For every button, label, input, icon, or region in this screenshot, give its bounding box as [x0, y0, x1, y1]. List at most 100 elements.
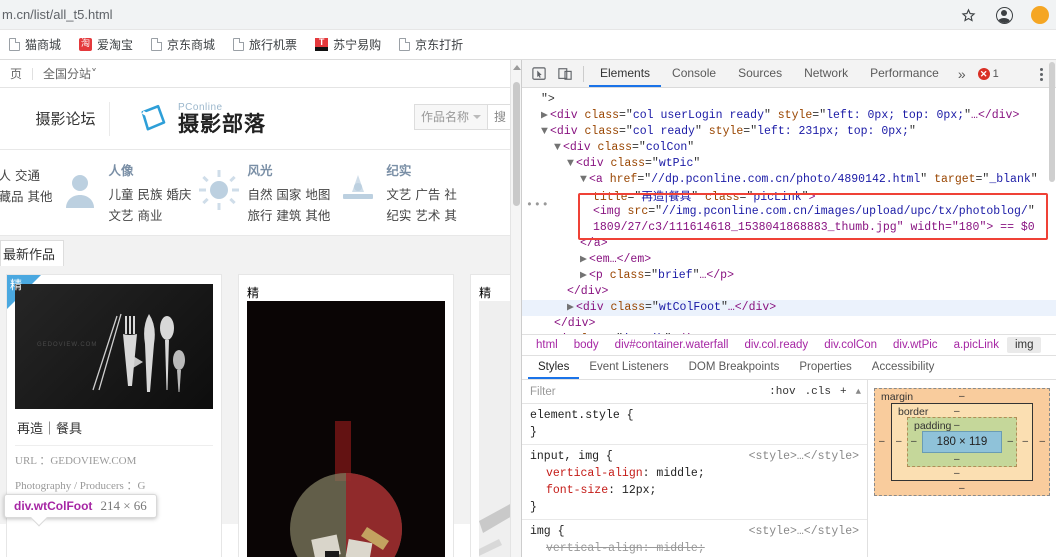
star-icon[interactable]: [958, 5, 978, 25]
css-property[interactable]: font-size: [530, 484, 608, 497]
css-property[interactable]: vertical-align: [530, 542, 643, 555]
border-bottom-value[interactable]: –: [954, 468, 960, 479]
breadcrumb[interactable]: html body div#container.waterfall div.col.r…: [522, 334, 1056, 356]
css-selector[interactable]: element.style {: [530, 407, 859, 424]
css-origin-link[interactable]: <style>…</style>: [749, 523, 859, 540]
chevron-double-right-icon[interactable]: »: [950, 66, 974, 82]
category-links-row[interactable]: 纪实 艺术 其: [386, 205, 456, 226]
category-links-row[interactable]: 儿童 民族 婚庆: [108, 184, 191, 205]
margin-right-value[interactable]: –: [1039, 436, 1045, 447]
breadcrumb-item[interactable]: img: [1006, 337, 1042, 353]
dom-node-line[interactable]: title="再造|餐具" class="picLink">: [522, 188, 1056, 204]
category-links-row[interactable]: 文艺 商业: [108, 205, 191, 226]
scroll-up-arrow-icon[interactable]: [513, 65, 521, 70]
breadcrumb-item[interactable]: div.colCon: [816, 337, 885, 353]
category-links-row[interactable]: 旅行 建筑 其他: [247, 205, 330, 226]
disclosure-triangle-icon[interactable]: ▶: [567, 300, 576, 316]
profile-icon[interactable]: [994, 5, 1014, 25]
dom-node-line[interactable]: ▶ <div class="col userLogin ready" style=…: [522, 108, 1056, 124]
extension-avatar-icon[interactable]: [1030, 5, 1050, 25]
breadcrumb-item[interactable]: div.col.ready: [736, 337, 816, 353]
tab-network[interactable]: Network: [793, 60, 859, 87]
error-count-badge[interactable]: ✕ 1: [977, 67, 999, 80]
tab-styles[interactable]: Styles: [528, 356, 580, 379]
css-declaration[interactable]: font-size: 12px;: [530, 482, 859, 499]
css-value[interactable]: : middle;: [643, 542, 705, 555]
tab-accessibility[interactable]: Accessibility: [862, 356, 945, 379]
margin-top-value[interactable]: –: [959, 391, 965, 402]
dom-node-line[interactable]: </div>: [522, 284, 1056, 300]
bookmark-item[interactable]: T 苏宁易购: [306, 34, 390, 55]
bookmark-item[interactable]: 京东打折: [390, 34, 472, 55]
disclosure-triangle-icon[interactable]: ▼: [541, 124, 550, 140]
scrollbar-thumb[interactable]: [513, 82, 520, 206]
css-value[interactable]: : middle;: [643, 467, 705, 480]
category-links-row[interactable]: 文艺 广告 社: [386, 184, 456, 205]
dom-node-line[interactable]: </a>: [522, 236, 1056, 252]
margin-left-value[interactable]: –: [879, 436, 885, 447]
box-model-content[interactable]: 180 × 119: [922, 431, 1002, 453]
border-left-value[interactable]: –: [896, 436, 902, 447]
css-value[interactable]: : 12px;: [608, 484, 656, 497]
forum-link[interactable]: 摄影论坛: [22, 101, 110, 136]
dom-node-line[interactable]: ▶ <p class="brief"…</p>: [522, 268, 1056, 284]
breadcrumb-item[interactable]: body: [566, 337, 607, 353]
dom-node-line[interactable]: ▶ <em…</em>: [522, 252, 1056, 268]
breadcrumb-item[interactable]: html: [528, 337, 566, 353]
margin-bottom-value[interactable]: –: [959, 483, 965, 494]
page-scrollbar[interactable]: [510, 60, 521, 557]
category-links-row[interactable]: 自然 国家 地图: [247, 184, 330, 205]
photo-thumbnail[interactable]: GEDOVIEW.COM: [15, 284, 213, 409]
padding-left-value[interactable]: –: [911, 436, 917, 447]
css-rule[interactable]: element.style {}: [522, 404, 867, 445]
cls-toggle[interactable]: .cls: [805, 386, 831, 398]
category-links-row[interactable]: 名人 交通: [0, 165, 52, 186]
dom-node-line[interactable]: <i class="ico_jh"</i>: [522, 332, 1056, 334]
breadcrumb-item[interactable]: div#container.waterfall: [607, 337, 737, 353]
tab-console[interactable]: Console: [661, 60, 727, 87]
dom-node-line[interactable]: ▶ <div class="wtColFoot"…</div>: [522, 300, 1056, 316]
box-model-border[interactable]: border – – – – padding – – – – 180 × 119: [891, 403, 1033, 481]
card-title[interactable]: 再造｜餐具: [15, 409, 213, 446]
css-rules-list[interactable]: element.style {} input, img {<style>…</st…: [522, 62, 1055, 557]
box-model-padding[interactable]: padding – – – – 180 × 119: [907, 417, 1017, 467]
dom-node-line[interactable]: </div>: [522, 316, 1056, 332]
css-rule[interactable]: img {<style>…</style> vertical-align: mid…: [522, 520, 867, 557]
search-button[interactable]: 搜: [486, 105, 512, 129]
breadcrumb-item[interactable]: a.picLink: [946, 337, 1007, 353]
dom-node-line[interactable]: 1809/27/c3/111614618_1538041868883_thumb…: [522, 220, 1056, 236]
photo-thumbnail[interactable]: [247, 301, 445, 557]
disclosure-triangle-icon[interactable]: ▼: [567, 156, 576, 172]
photo-card[interactable]: 精: [238, 274, 454, 557]
bookmark-item[interactable]: 猫商城: [0, 34, 70, 55]
disclosure-triangle-icon[interactable]: ▶: [541, 108, 550, 124]
scroll-up-arrow-icon[interactable]: ▲: [856, 387, 861, 397]
border-top-value[interactable]: –: [954, 406, 960, 417]
search-box[interactable]: 作品名称 搜: [413, 104, 513, 130]
disclosure-triangle-icon[interactable]: ▼: [554, 140, 563, 156]
dom-node-line[interactable]: ▼ <a href="//dp.pconline.com.cn/photo/489…: [522, 172, 1056, 188]
css-declaration[interactable]: vertical-align: middle;: [530, 465, 859, 482]
tab-elements[interactable]: Elements: [589, 60, 662, 87]
tab-sources[interactable]: Sources: [727, 60, 793, 87]
padding-top-value[interactable]: –: [954, 420, 960, 431]
tab-performance[interactable]: Performance: [859, 60, 950, 87]
inspect-cursor-icon[interactable]: [526, 63, 552, 85]
css-rule[interactable]: input, img {<style>…</style> vertical-ali…: [522, 445, 867, 520]
dom-node-line[interactable]: ▼ <div class="col ready" style="left: 231…: [522, 124, 1056, 140]
padding-bottom-value[interactable]: –: [954, 454, 960, 465]
tab-event-listeners[interactable]: Event Listeners: [579, 356, 678, 379]
dom-node-line[interactable]: ">: [522, 92, 1056, 108]
dom-node-line[interactable]: <img src="//img.pconline.com.cn/images/u…: [522, 204, 1056, 220]
css-origin-link[interactable]: <style>…</style>: [749, 448, 859, 465]
site-select[interactable]: 全国分站˅: [33, 65, 107, 82]
dom-node-line[interactable]: ▼ <div class="wtPic": [522, 156, 1056, 172]
category-links-row[interactable]: 收藏品 其他: [0, 186, 52, 207]
tab-properties[interactable]: Properties: [789, 356, 861, 379]
site-logo[interactable]: PConline 摄影部落: [136, 102, 266, 136]
dom-tree[interactable]: ••• "> ▶ <div class="col userLogin ready" …: [522, 88, 1056, 334]
tab-dom-breakpoints[interactable]: DOM Breakpoints: [679, 356, 790, 379]
new-rule-button[interactable]: +: [840, 386, 847, 398]
bookmark-item[interactable]: 京东商城: [142, 34, 224, 55]
url-text[interactable]: m.cn/list/all_t5.html: [0, 7, 113, 22]
